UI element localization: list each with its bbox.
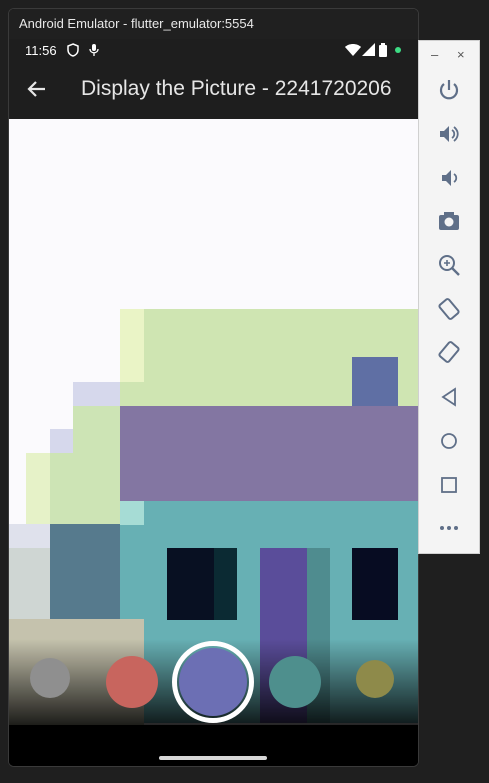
displayed-picture xyxy=(9,119,418,725)
volume-up-icon[interactable] xyxy=(436,121,462,147)
power-icon[interactable] xyxy=(436,77,462,103)
filter-teal[interactable] xyxy=(268,655,322,709)
battery-icon xyxy=(379,43,387,57)
more-icon[interactable] xyxy=(436,515,462,541)
signal-icon xyxy=(362,43,375,56)
volume-down-icon[interactable] xyxy=(436,165,462,191)
filter-gray[interactable] xyxy=(29,657,71,699)
status-time: 11:56 xyxy=(25,43,57,58)
emulator-window: Android Emulator - flutter_emulator:5554… xyxy=(8,8,419,767)
rotate-right-icon[interactable] xyxy=(436,339,462,365)
system-nav-bar xyxy=(9,725,418,766)
shield-icon xyxy=(67,43,79,57)
filter-red[interactable] xyxy=(105,655,159,709)
home-icon[interactable] xyxy=(436,428,462,454)
emulator-side-toolbar: – × xyxy=(418,40,480,554)
filter-carousel xyxy=(9,637,418,727)
overview-icon[interactable] xyxy=(436,472,462,498)
back-arrow-icon[interactable] xyxy=(25,77,49,101)
status-bar: 11:56 xyxy=(9,39,418,61)
filter-blue[interactable] xyxy=(177,646,249,718)
window-titlebar: Android Emulator - flutter_emulator:5554 xyxy=(9,9,418,39)
wifi-icon xyxy=(345,44,361,56)
window-title: Android Emulator - flutter_emulator:5554 xyxy=(19,16,254,31)
app-bar: Display the Picture - 2241720206 xyxy=(9,61,418,119)
filter-olive[interactable] xyxy=(355,659,395,699)
close-button[interactable]: × xyxy=(457,47,465,62)
status-dot-icon xyxy=(395,47,401,53)
back-icon[interactable] xyxy=(436,384,462,410)
page-title: Display the Picture - 2241720206 xyxy=(81,77,392,100)
filter-selected-ring[interactable] xyxy=(172,641,254,723)
minimize-button[interactable]: – xyxy=(431,47,438,62)
rotate-left-icon[interactable] xyxy=(436,296,462,322)
phone-screen: 11:56 Display the Picture - 2241720206 xyxy=(9,39,418,766)
camera-icon[interactable] xyxy=(436,208,462,234)
home-gesture-bar[interactable] xyxy=(159,756,267,760)
microphone-icon xyxy=(89,44,99,56)
zoom-icon[interactable] xyxy=(436,252,462,278)
